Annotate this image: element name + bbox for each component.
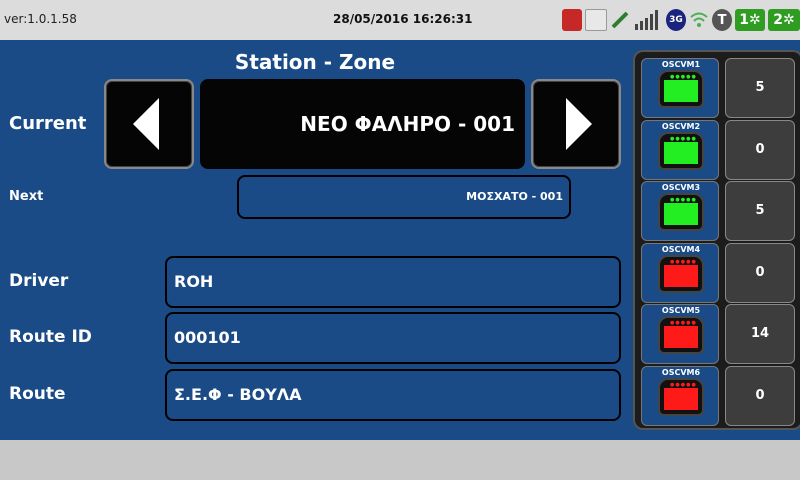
validator-row: OSCVM3 ●●●●● 5 bbox=[641, 181, 800, 241]
validator-row: OSCVM6 ●●●●● 0 bbox=[641, 365, 800, 426]
route-label: Route bbox=[9, 384, 66, 404]
arrow-right-icon bbox=[566, 98, 592, 150]
network-3g-icon: 3G bbox=[666, 9, 686, 31]
validator-row: OSCVM1 ●●●●● 5 bbox=[641, 58, 800, 118]
next-label: Next bbox=[9, 189, 44, 204]
connection-icon bbox=[610, 9, 630, 31]
validator-device-icon[interactable]: OSCVM3 ●●●●● bbox=[641, 181, 719, 241]
status-icons: 3G T 1✲ 2✲ bbox=[562, 8, 800, 32]
status-bar: ver:1.0.1.58 28/05/2016 16:26:31 3G T 1✲ 2✲ bbox=[0, 0, 800, 40]
validator-device-icon[interactable]: OSCVM5 ●●●●● bbox=[641, 304, 719, 364]
validator-device-icon[interactable]: OSCVM4 ●●●●● bbox=[641, 242, 719, 303]
validator-row: OSCVM2 ●●●●● 0 bbox=[641, 119, 800, 180]
validator-screen: ●●●●● bbox=[658, 131, 704, 170]
validator-device-icon[interactable]: OSCVM1 ●●●●● bbox=[641, 58, 719, 118]
datetime-label: 28/05/2016 16:26:31 bbox=[333, 12, 473, 26]
arrow-left-icon bbox=[133, 98, 159, 150]
card-reader-icon bbox=[585, 9, 607, 31]
validator-status-display bbox=[664, 387, 698, 410]
version-label: ver:1.0.1.58 bbox=[4, 12, 77, 26]
t-icon: T bbox=[712, 9, 732, 31]
validator-name: OSCVM5 bbox=[661, 306, 701, 315]
validator-row: OSCVM5 ●●●●● 14 bbox=[641, 304, 800, 364]
signal-bars-icon bbox=[633, 9, 663, 31]
validator-name: OSCVM1 bbox=[661, 60, 701, 69]
validator-name: OSCVM6 bbox=[661, 367, 701, 377]
current-label: Current bbox=[9, 113, 87, 134]
validators-panel: OSCVM1 ●●●●● 5 OSCVM2 ●●●●● 0 OSCVM3 ●●●●● 5 OSCV… bbox=[633, 50, 800, 430]
validator-screen: ●●●●● bbox=[658, 193, 704, 231]
driver-field[interactable]: ROH bbox=[165, 256, 621, 308]
fan-2-icon: 2✲ bbox=[768, 9, 800, 31]
validator-count-button[interactable]: 0 bbox=[725, 242, 795, 303]
validator-status-display bbox=[664, 80, 698, 102]
validator-name: OSCVM4 bbox=[661, 244, 701, 254]
validator-screen: ●●●●● bbox=[658, 316, 704, 354]
validator-screen: ●●●●● bbox=[658, 254, 704, 293]
wifi-icon bbox=[689, 9, 709, 31]
validator-screen: ●●●●● bbox=[658, 70, 704, 108]
current-station-display: ΝΕΟ ΦΑΛΗΡΟ - 001 bbox=[200, 79, 525, 169]
page-title: Station - Zone bbox=[234, 50, 396, 74]
validator-count-button[interactable]: 0 bbox=[725, 119, 795, 180]
validator-status-display bbox=[664, 264, 698, 287]
validator-device-icon[interactable]: OSCVM2 ●●●●● bbox=[641, 119, 719, 180]
fan-1-icon: 1✲ bbox=[735, 9, 765, 31]
driver-label: Driver bbox=[9, 271, 69, 291]
validator-row: OSCVM4 ●●●●● 0 bbox=[641, 242, 800, 303]
validator-name: OSCVM2 bbox=[661, 121, 701, 131]
validator-device-icon[interactable]: OSCVM6 ●●●●● bbox=[641, 365, 719, 426]
route-id-field[interactable]: 000101 bbox=[165, 312, 621, 364]
route-id-label: Route ID bbox=[9, 327, 92, 347]
next-station-button[interactable] bbox=[531, 79, 621, 169]
validator-count-button[interactable]: 0 bbox=[725, 365, 795, 426]
validator-screen: ●●●●● bbox=[658, 377, 704, 416]
validator-name: OSCVM3 bbox=[661, 183, 701, 192]
next-station-display: ΜΟΣΧΑΤΟ - 001 bbox=[237, 175, 571, 219]
bottom-strip bbox=[0, 440, 800, 480]
route-field[interactable]: Σ.Ε.Φ - ΒΟΥΛΑ bbox=[165, 369, 621, 421]
validator-status-display bbox=[664, 141, 698, 164]
validator-status-display bbox=[664, 326, 698, 348]
validator-count-button[interactable]: 14 bbox=[725, 304, 795, 364]
previous-station-button[interactable] bbox=[104, 79, 194, 169]
validator-status-display bbox=[664, 203, 698, 225]
alarm-icon bbox=[562, 9, 582, 31]
validator-count-button[interactable]: 5 bbox=[725, 181, 795, 241]
validator-count-button[interactable]: 5 bbox=[725, 58, 795, 118]
